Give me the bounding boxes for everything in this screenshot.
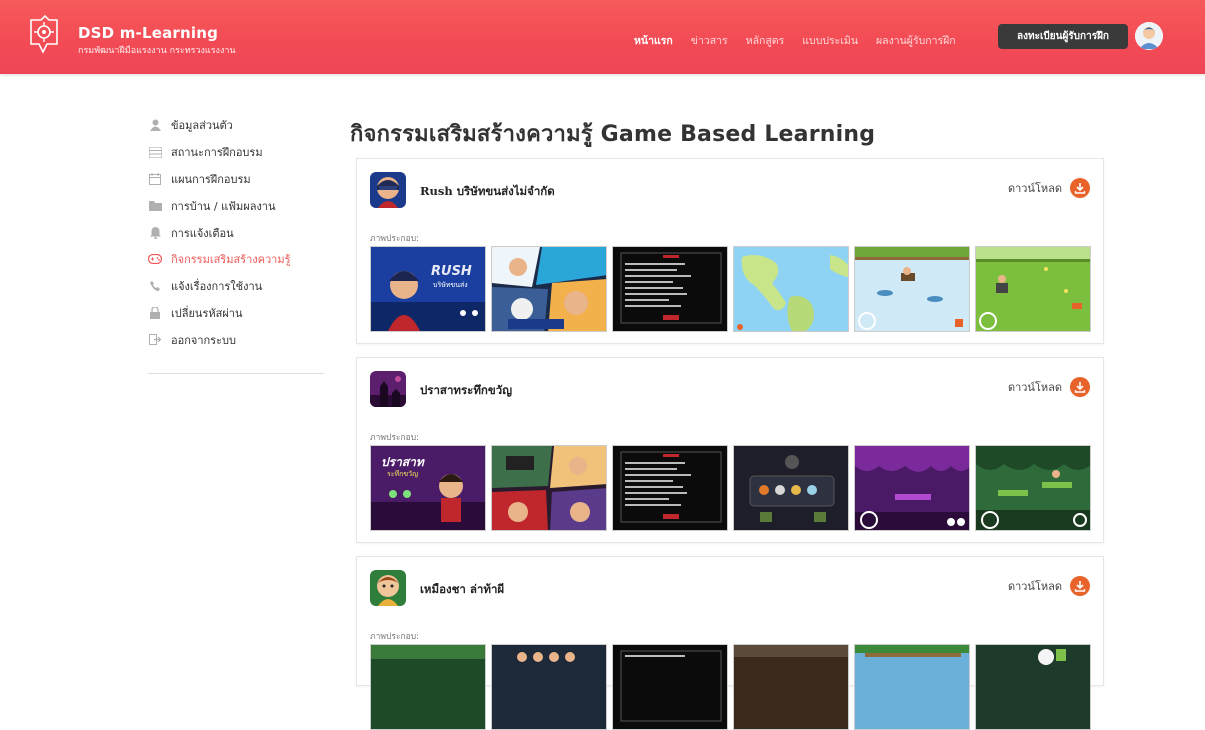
game-name[interactable]: Rush บริษัทขนส่งไม่จำกัด	[420, 183, 555, 201]
brand-subtitle: กรมพัฒนาฝีมือแรงงาน กระทรวงแรงงาน	[78, 46, 236, 56]
sidebar-item-label: การบ้าน / แฟ้มผลงาน	[171, 199, 276, 213]
download-icon	[1070, 377, 1090, 397]
nav-home[interactable]: หน้าแรก	[634, 32, 673, 49]
castle-sub-text: ระทึกขวัญ	[387, 469, 418, 478]
sidebar-item-learning-activities[interactable]: กิจกรรมเสริมสร้างความรู้	[148, 246, 324, 273]
game-icon-mine	[370, 570, 406, 606]
download-icon	[1070, 178, 1090, 198]
screenshot-gallery: RUSH บริษัทขนส่ง	[370, 246, 1091, 332]
dsd-logo[interactable]	[25, 14, 63, 56]
lock-icon	[148, 306, 162, 319]
folder-icon	[148, 200, 162, 212]
game-screenshot[interactable]	[491, 445, 607, 531]
sidebar-item-change-password[interactable]: เปลี่ยนรหัสผ่าน	[148, 300, 324, 327]
sidebar-item-label: สถานะการฝึกอบรม	[171, 146, 263, 160]
game-screenshot[interactable]	[854, 644, 970, 730]
list-icon	[148, 146, 162, 158]
sidebar-item-training-plan[interactable]: แผนการฝึกอบรม	[148, 166, 324, 193]
page-title: กิจกรรมเสริมสร้างความรู้ Game Based Lear…	[350, 122, 876, 147]
game-card: Rush บริษัทขนส่งไม่จำกัด ดาวน์โหลด ภาพปร…	[356, 158, 1104, 344]
nav-trainee-works[interactable]: ผลงานผู้รับการฝึก	[876, 32, 956, 49]
game-screenshot[interactable]	[975, 644, 1091, 730]
game-screenshot[interactable]	[491, 644, 607, 730]
main-nav: หน้าแรก ข่าวสาร หลักสูตร แบบประเมิน ผลงา…	[634, 32, 956, 49]
game-screenshot[interactable]	[370, 644, 486, 730]
sidebar-item-notifications[interactable]: การแจ้งเตือน	[148, 219, 324, 246]
sidebar-item-label: ออกจากระบบ	[171, 333, 236, 347]
download-icon	[1070, 576, 1090, 596]
castle-logo-text: ปราสาท	[381, 455, 425, 469]
download-label: ดาวน์โหลด	[1007, 381, 1062, 394]
user-icon	[148, 119, 162, 132]
game-screenshot[interactable]	[612, 644, 728, 730]
screenshots-label: ภาพประกอบ:	[370, 234, 420, 244]
game-screenshot[interactable]	[733, 445, 849, 531]
sidebar-item-label: เปลี่ยนรหัสผ่าน	[171, 306, 243, 320]
game-screenshot[interactable]	[975, 445, 1091, 531]
game-screenshot[interactable]	[612, 246, 728, 332]
game-screenshot[interactable]: ปราสาท ระทึกขวัญ	[370, 445, 486, 531]
game-screenshot[interactable]	[733, 644, 849, 730]
game-name[interactable]: เหมืองชา ล่าท้าผี	[420, 581, 504, 599]
sidebar-item-label: กิจกรรมเสริมสร้างความรู้	[171, 253, 291, 267]
sidebar-divider	[148, 373, 324, 374]
game-screenshot[interactable]	[975, 246, 1091, 332]
screenshots-label: ภาพประกอบ:	[370, 433, 420, 443]
screenshot-gallery: ปราสาท ระทึกขวัญ	[370, 445, 1091, 531]
sidebar-item-profile[interactable]: ข้อมูลส่วนตัว	[148, 112, 324, 139]
game-screenshot[interactable]	[854, 445, 970, 531]
screenshot-gallery	[370, 644, 1091, 730]
account-sidebar: ข้อมูลส่วนตัว สถานะการฝึกอบรม แผนการฝึกอ…	[148, 112, 324, 353]
user-avatar[interactable]	[1135, 22, 1163, 50]
download-button[interactable]: ดาวน์โหลด	[1008, 178, 1090, 198]
screenshots-label: ภาพประกอบ:	[370, 632, 420, 642]
download-button[interactable]: ดาวน์โหลด	[1008, 377, 1090, 397]
sidebar-item-report-issue[interactable]: แจ้งเรื่องการใช้งาน	[148, 273, 324, 300]
top-navbar: DSD m-Learning กรมพัฒนาฝีมือแรงงาน กระทร…	[0, 0, 1205, 74]
game-screenshot[interactable]	[612, 445, 728, 531]
game-screenshot[interactable]	[491, 246, 607, 332]
game-name[interactable]: ปราสาทระทึกขวัญ	[420, 382, 512, 400]
game-icon-castle	[370, 371, 406, 407]
nav-assessment[interactable]: แบบประเมิน	[802, 32, 858, 49]
calendar-icon	[148, 172, 162, 185]
download-label: ดาวน์โหลด	[1007, 580, 1062, 593]
rush-sub-text: บริษัทขนส่ง	[433, 281, 468, 289]
gamepad-icon	[148, 253, 162, 265]
download-button[interactable]: ดาวน์โหลด	[1008, 576, 1090, 596]
sidebar-item-label: แผนการฝึกอบรม	[171, 172, 251, 186]
sidebar-item-label: ข้อมูลส่วนตัว	[171, 119, 233, 133]
game-screenshot[interactable]	[854, 246, 970, 332]
nav-courses[interactable]: หลักสูตร	[746, 32, 785, 49]
nav-news[interactable]: ข่าวสาร	[691, 32, 728, 49]
sidebar-item-label: การแจ้งเตือน	[171, 226, 234, 240]
phone-icon	[148, 280, 162, 292]
rush-logo-text: RUSH	[431, 264, 472, 279]
game-screenshot[interactable]: RUSH บริษัทขนส่ง	[370, 246, 486, 332]
download-label: ดาวน์โหลด	[1007, 182, 1062, 195]
brand-title[interactable]: DSD m-Learning	[78, 24, 218, 42]
sidebar-item-logout[interactable]: ออกจากระบบ	[148, 326, 324, 353]
bell-icon	[148, 226, 162, 239]
game-card: ปราสาทระทึกขวัญ ดาวน์โหลด ภาพประกอบ: ปรา…	[356, 357, 1104, 543]
sidebar-item-homework[interactable]: การบ้าน / แฟ้มผลงาน	[148, 192, 324, 219]
game-card: เหมืองชา ล่าท้าผี ดาวน์โหลด ภาพประกอบ:	[356, 556, 1104, 730]
signout-icon	[148, 334, 162, 346]
sidebar-item-training-status[interactable]: สถานะการฝึกอบรม	[148, 139, 324, 166]
register-trainee-button[interactable]: ลงทะเบียนผู้รับการฝึก	[998, 24, 1128, 49]
sidebar-item-label: แจ้งเรื่องการใช้งาน	[171, 280, 263, 294]
game-icon-rush	[370, 172, 406, 208]
game-screenshot[interactable]	[733, 246, 849, 332]
